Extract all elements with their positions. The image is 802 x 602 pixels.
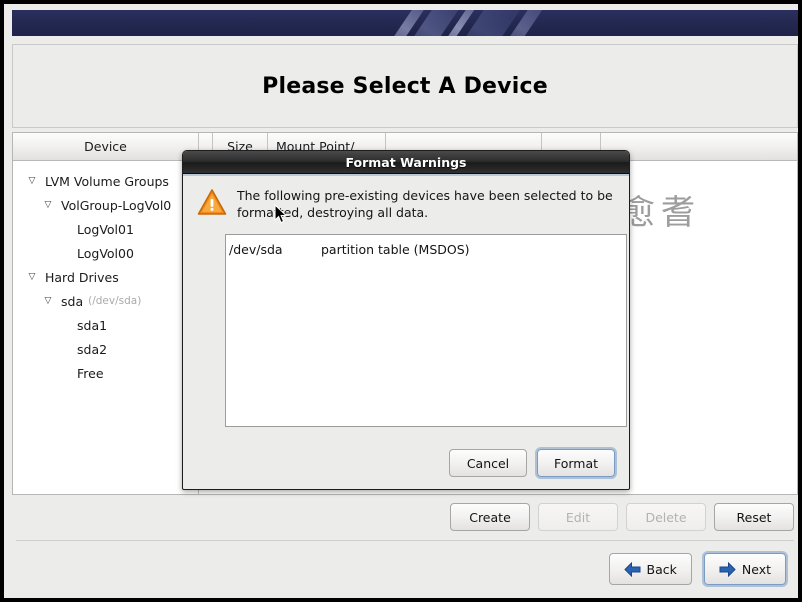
next-button[interactable]: Next <box>703 553 786 585</box>
page-title-panel: Please Select A Device <box>12 44 798 128</box>
tree-item-logvol01[interactable]: LogVol01 <box>13 217 198 241</box>
tree-item-label: LogVol01 <box>77 221 134 237</box>
tree-item-label: sda1 <box>77 317 108 333</box>
tree-item-label: LVM Volume Groups <box>45 173 169 189</box>
action-button-row: Create Edit Delete Reset <box>12 501 798 533</box>
list-item[interactable]: /dev/sda partition table (MSDOS) <box>229 240 626 259</box>
edit-button: Edit <box>538 503 618 531</box>
tree-item-sda[interactable]: ▽ sda (/dev/sda) <box>13 289 198 313</box>
warning-message: The following pre-existing devices have … <box>237 188 613 220</box>
warning-triangle-icon <box>197 188 227 216</box>
tree-item-logvol00[interactable]: LogVol00 <box>13 241 198 265</box>
tree-item-sda1[interactable]: sda1 <box>13 313 198 337</box>
column-header-device[interactable]: Device <box>13 133 199 160</box>
tree-item-label: LogVol00 <box>77 245 134 261</box>
reset-button[interactable]: Reset <box>714 503 794 531</box>
tree-item-label: Free <box>77 365 104 381</box>
device-detail: partition table (MSDOS) <box>321 241 470 257</box>
navigation-button-row: Back Next <box>608 553 786 585</box>
column-header-extra[interactable] <box>601 133 797 160</box>
tree-item-label: VolGroup-LogVol0 <box>61 197 172 213</box>
affected-devices-list[interactable]: /dev/sda partition table (MSDOS) <box>225 233 627 427</box>
format-button[interactable]: Format <box>537 449 615 477</box>
device-tree[interactable]: ▽ LVM Volume Groups ▽ VolGroup-LogVol0 L… <box>13 161 199 494</box>
chevron-down-icon[interactable]: ▽ <box>25 176 39 186</box>
format-warnings-dialog: Format Warnings The following pre-existi… <box>182 150 630 490</box>
arrow-right-icon <box>719 561 736 577</box>
tree-item-lvm-volume-groups[interactable]: ▽ LVM Volume Groups <box>13 169 198 193</box>
tree-item-sublabel: (/dev/sda) <box>88 295 142 307</box>
cancel-button[interactable]: Cancel <box>449 449 527 477</box>
installer-window: Please Select A Device Device Size Mount… <box>0 0 802 602</box>
dialog-titlebar[interactable]: Format Warnings <box>183 151 629 174</box>
page-title: Please Select A Device <box>262 73 548 99</box>
delete-button: Delete <box>626 503 706 531</box>
tree-item-free[interactable]: Free <box>13 361 198 385</box>
tree-item-label: sda <box>61 293 84 309</box>
back-button[interactable]: Back <box>608 553 692 585</box>
tree-item-label: Hard Drives <box>45 269 119 285</box>
arrow-left-icon <box>623 561 641 577</box>
device-path: /dev/sda <box>229 241 283 257</box>
dialog-body: The following pre-existing devices have … <box>183 176 629 427</box>
footer-divider <box>16 540 794 541</box>
tree-item-hard-drives[interactable]: ▽ Hard Drives <box>13 265 198 289</box>
tree-item-sda2[interactable]: sda2 <box>13 337 198 361</box>
tree-item-label: sda2 <box>77 341 108 357</box>
chevron-down-icon[interactable]: ▽ <box>41 200 55 210</box>
tree-item-volgroup-logvol0[interactable]: ▽ VolGroup-LogVol0 <box>13 193 198 217</box>
chevron-down-icon[interactable]: ▽ <box>25 272 39 282</box>
create-button[interactable]: Create <box>450 503 530 531</box>
dialog-button-row: Cancel Format <box>449 449 615 477</box>
top-banner <box>12 10 798 36</box>
warning-row: The following pre-existing devices have … <box>197 188 615 222</box>
back-button-label: Back <box>646 561 677 577</box>
next-button-label: Next <box>741 561 771 577</box>
chevron-down-icon[interactable]: ▽ <box>41 296 55 306</box>
dialog-title: Format Warnings <box>345 154 467 170</box>
